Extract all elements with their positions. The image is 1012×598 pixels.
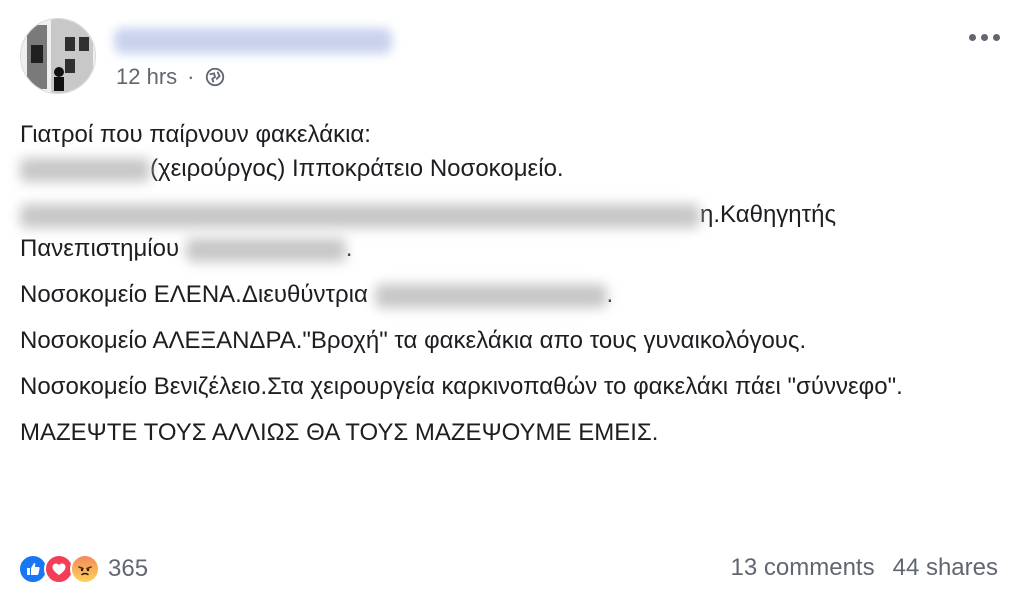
dot [993,34,1000,41]
post-line-3a-text: η.Καθηγητής [700,201,837,228]
post-line-2-text: (χειρούργος) Ιπποκράτειο Νοσοκομείο. [150,155,564,182]
shares-count-link[interactable]: 44 shares [893,554,998,582]
comments-count-link[interactable]: 13 comments [731,554,875,582]
post-line-7-text: ΜΑΖΕΨΤΕ ΤΟΥΣ ΑΛΛΙΩΣ ΘΑ ΤΟΥΣ ΜΑΖΕΨΟΥΜΕ ΕΜ… [20,419,659,446]
more-options-icon[interactable] [965,30,1004,45]
redacted-name [374,283,607,308]
reactions-summary[interactable]: 365 [18,554,148,584]
post-line-7: ΜΑΖΕΨΤΕ ΤΟΥΣ ΑΛΛΙΩΣ ΘΑ ΤΟΥΣ ΜΑΖΕΨΟΥΜΕ ΕΜ… [20,416,995,450]
engagement-stats: 13 comments 44 shares [731,554,998,582]
post-line-3b-text: Πανεπιστημίου [20,235,180,262]
post-line-5: Νοσοκομείο ΑΛΕΞΑΝΔΡΑ."Βροχή" τα φακελάκι… [20,324,995,358]
post-line-4: Νοσοκομείο ΕΛΕΝΑ.Διευθύντρια . [20,278,995,312]
post-text: Γιατροί που παίρνουν φακελάκια: (χειρούργ… [20,118,995,462]
post-meta: 12 hrs · [116,64,226,90]
post-line-5-text: Νοσοκομείο ΑΛΕΞΑΝΔΡΑ."Βροχή" τα φακελάκι… [20,327,807,354]
post-line-1: Γιατροί που παίρνουν φακελάκια: (χειρούργ… [20,118,995,186]
reaction-count[interactable]: 365 [108,555,148,583]
redacted-name [20,203,700,228]
profile-avatar[interactable] [20,18,96,94]
angry-reaction-icon [70,554,100,584]
dot [981,34,988,41]
profile-name-redacted[interactable] [114,28,392,54]
post-line-4a-text: Νοσοκομείο ΕΛΕΝΑ.Διευθύντρια [20,281,368,308]
post-line-6-text: Νοσοκομείο Βενιζέλειο.Στα χειρουργεία κα… [20,373,903,400]
post-line-6: Νοσοκομείο Βενιζέλειο.Στα χειρουργεία κα… [20,370,995,404]
redacted-name [20,157,150,182]
post-line-1-text: Γιατροί που παίρνουν φακελάκια: [20,121,371,148]
meta-separator: · [187,64,195,89]
post-line-4b-text: . [606,281,614,308]
post-footer: 365 13 comments 44 shares [18,550,998,590]
redacted-name [185,237,346,262]
post-timestamp[interactable]: 12 hrs [116,64,177,90]
dot [969,34,976,41]
post-line-3c-text: . [345,235,353,262]
post-line-3: η.Καθηγητής Πανεπιστημίου . [20,198,995,266]
globe-icon[interactable] [204,66,226,88]
